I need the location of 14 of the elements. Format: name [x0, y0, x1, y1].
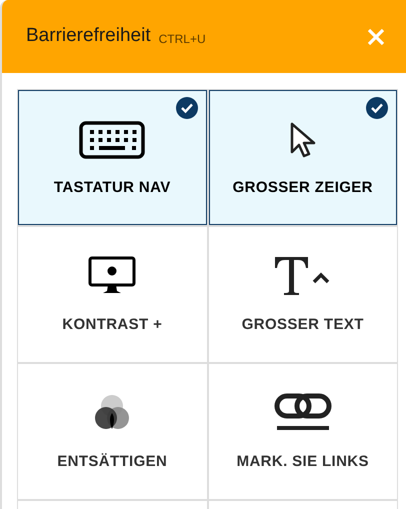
- cursor-icon: [288, 121, 317, 160]
- shortcut-hint: CTRL+U: [158, 30, 206, 48]
- keyboard-icon: [79, 121, 146, 160]
- tool-tile[interactable]: GROSSER ZEIGER: [208, 90, 397, 225]
- tool-tile[interactable]: MARK. SIE LINKS: [208, 364, 397, 499]
- check-icon: [176, 97, 198, 119]
- tool-tile[interactable]: KONTRAST +: [18, 227, 206, 362]
- close-icon: [367, 28, 385, 46]
- tool-tile[interactable]: GROSSER TEXT: [208, 227, 397, 362]
- text-size-icon: [274, 256, 332, 296]
- check-icon: [366, 97, 388, 119]
- tool-tile[interactable]: TASTATUR NAV: [18, 90, 206, 225]
- panel-title: Barrierefreiheit: [26, 24, 151, 48]
- tool-tile[interactable]: ENTSÄTTIGEN: [18, 364, 206, 499]
